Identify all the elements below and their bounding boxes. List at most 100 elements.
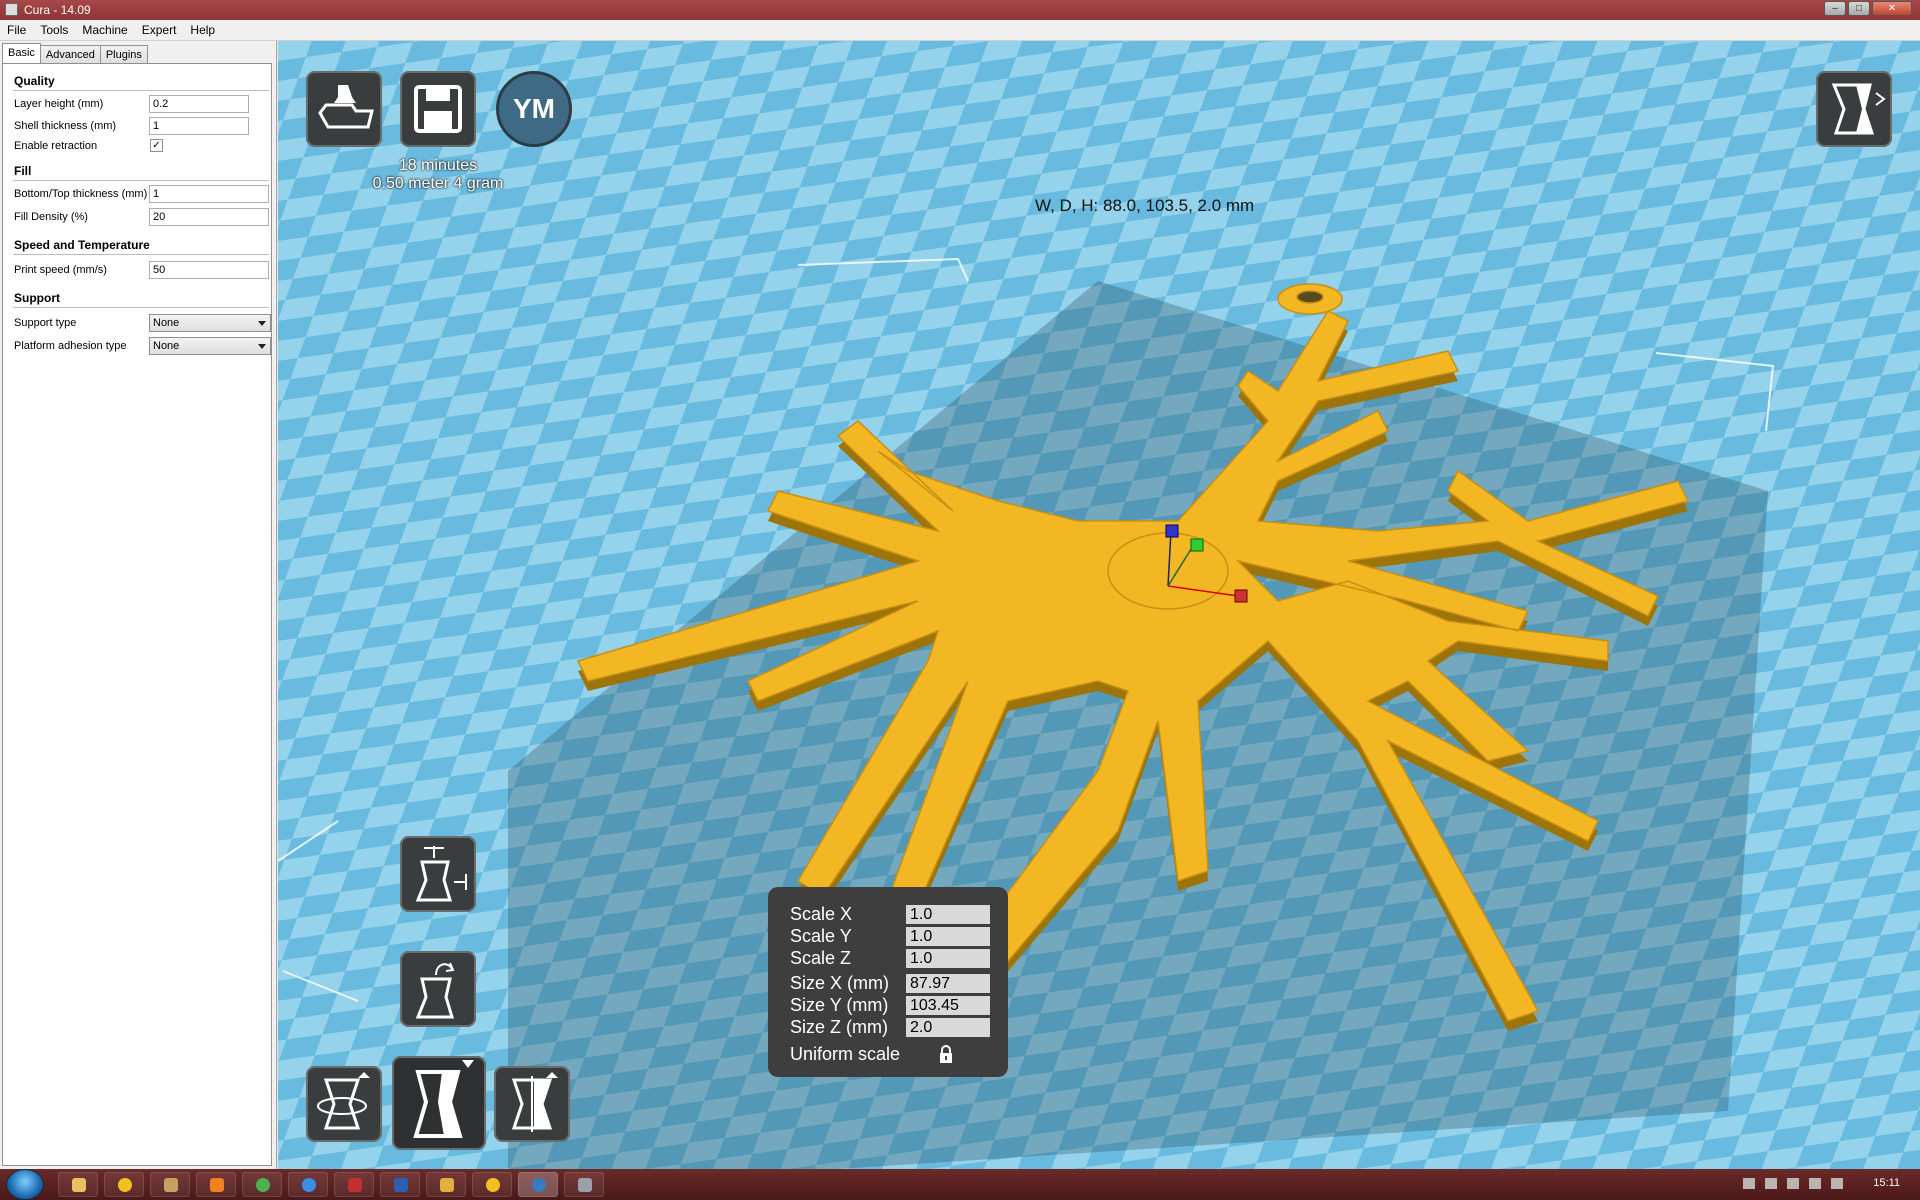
taskbar-clock[interactable]: 15:11 [1873,1177,1900,1189]
y-axis-handle-icon[interactable] [1190,538,1204,552]
dropdown-arrow-icon [258,321,266,326]
taskbar-ie-icon[interactable] [288,1172,328,1197]
lock-icon[interactable] [938,1045,954,1065]
support-type-label: Support type [14,317,77,329]
print-speed-input[interactable]: 50 [149,261,269,279]
dropdown-arrow-icon [258,344,266,349]
window-title: Cura - 14.09 [24,3,91,17]
menu-file[interactable]: File [0,20,33,40]
tray-network-icon[interactable] [1787,1177,1800,1189]
minimize-button[interactable]: – [1824,1,1846,16]
taskbar-app2-icon[interactable] [334,1172,374,1197]
youmagine-button[interactable]: YM [496,71,572,147]
scale-tool-button[interactable] [392,1056,486,1150]
scale-x-input[interactable]: 1.0 [906,905,990,924]
view-mode-button[interactable] [1816,71,1892,147]
taskbar-cura-icon[interactable] [518,1172,558,1197]
section-support: Support [14,291,60,305]
shell-thickness-label: Shell thickness (mm) [14,120,117,132]
section-divider [13,254,269,255]
tray-volume-icon[interactable] [1809,1177,1822,1189]
tab-advanced[interactable]: Advanced [39,45,101,65]
menu-expert[interactable]: Expert [135,20,184,40]
adhesion-label: Platform adhesion type [14,340,127,352]
taskbar-app4-icon[interactable] [472,1172,512,1197]
taskbar-messenger-icon[interactable] [104,1172,144,1197]
view-mode-icon [1831,83,1886,135]
section-quality: Quality [14,74,55,88]
size-y-input[interactable]: 103.45 [906,996,990,1015]
windows-taskbar: 15:11 [0,1169,1920,1200]
load-folder-icon [318,85,374,129]
rotate-reset-icon [415,962,455,1019]
tab-plugins[interactable]: Plugins [99,45,148,65]
maximize-button[interactable]: □ [1848,1,1870,16]
model-dimensions: W, D, H: 88.0, 103.5, 2.0 mm [1035,196,1255,215]
rotate-reset-button[interactable] [400,951,476,1027]
shell-thickness-input[interactable]: 1 [149,117,249,135]
bottom-top-input[interactable]: 1 [149,185,269,203]
adhesion-select[interactable]: None [149,337,271,355]
print-speed-label: Print speed (mm/s) [14,264,107,276]
taskbar-app3-icon[interactable] [426,1172,466,1197]
bottom-top-label: Bottom/Top thickness (mm) [14,188,148,200]
close-button[interactable]: ✕ [1872,1,1912,16]
scale-z-input[interactable]: 1.0 [906,949,990,968]
layer-height-input[interactable]: 0.2 [149,95,249,113]
size-y-label: Size Y (mm) [790,995,889,1015]
mirror-tool-button[interactable] [494,1066,570,1142]
start-button[interactable] [6,1169,44,1200]
cura-app-icon [5,3,18,16]
size-x-input[interactable]: 87.97 [906,974,990,993]
section-speed: Speed and Temperature [14,238,150,252]
taskbar-app5-icon[interactable] [564,1172,604,1197]
fill-density-input[interactable]: 20 [149,208,269,226]
z-axis-handle-icon[interactable] [1165,524,1179,538]
section-divider [13,180,269,181]
size-x-label: Size X (mm) [790,973,889,993]
section-divider [13,307,269,308]
lay-flat-button[interactable] [400,836,476,912]
tray-flag-icon[interactable] [1831,1177,1844,1189]
size-z-label: Size Z (mm) [790,1017,888,1037]
taskbar-app-icon[interactable] [150,1172,190,1197]
section-fill: Fill [14,164,32,178]
scale-y-label: Scale Y [790,926,852,946]
menu-bar: File Tools Machine Expert Help [0,20,1920,41]
taskbar-word-icon[interactable] [380,1172,420,1197]
support-type-select[interactable]: None [149,314,271,332]
fill-density-label: Fill Density (%) [14,211,88,223]
adhesion-value: None [153,340,180,352]
section-divider [13,90,269,91]
save-disk-icon [414,85,462,133]
support-type-value: None [153,317,180,329]
scale-tool-icon [413,1060,474,1138]
menu-tools[interactable]: Tools [33,20,75,40]
print-material: 0.50 meter 4 gram [372,175,504,192]
mirror-tool-icon [511,1072,558,1132]
rotate-tool-button[interactable] [306,1066,382,1142]
lay-flat-icon [415,846,467,902]
3d-viewport[interactable]: YM 18 minutes 0.50 meter 4 gram W, D, H:… [278,41,1920,1169]
title-bar: Cura - 14.09 – □ ✕ [0,0,1920,20]
scale-z-label: Scale Z [790,948,852,968]
print-time: 18 minutes [398,157,478,174]
scale-x-label: Scale X [790,904,853,924]
tray-messenger-icon[interactable] [1765,1177,1778,1189]
rotate-tool-icon [317,1072,370,1130]
menu-help[interactable]: Help [183,20,222,40]
tray-arrow-icon[interactable] [1743,1177,1756,1189]
size-z-input[interactable]: 2.0 [906,1018,990,1037]
menu-machine[interactable]: Machine [75,20,134,40]
taskbar-vlc-icon[interactable] [196,1172,236,1197]
load-model-button[interactable] [306,71,382,147]
basic-settings-panel: Quality Layer height (mm) 0.2 Shell thic… [2,63,272,1166]
scale-y-input[interactable]: 1.0 [906,927,990,946]
save-gcode-button[interactable] [400,71,476,147]
tab-basic[interactable]: Basic [2,43,41,65]
x-axis-handle-icon[interactable] [1234,589,1248,603]
retraction-checkbox[interactable]: ✓ [150,139,163,152]
taskbar-chrome-icon[interactable] [242,1172,282,1197]
layer-height-label: Layer height (mm) [14,98,104,110]
taskbar-explorer-icon[interactable] [58,1172,98,1197]
